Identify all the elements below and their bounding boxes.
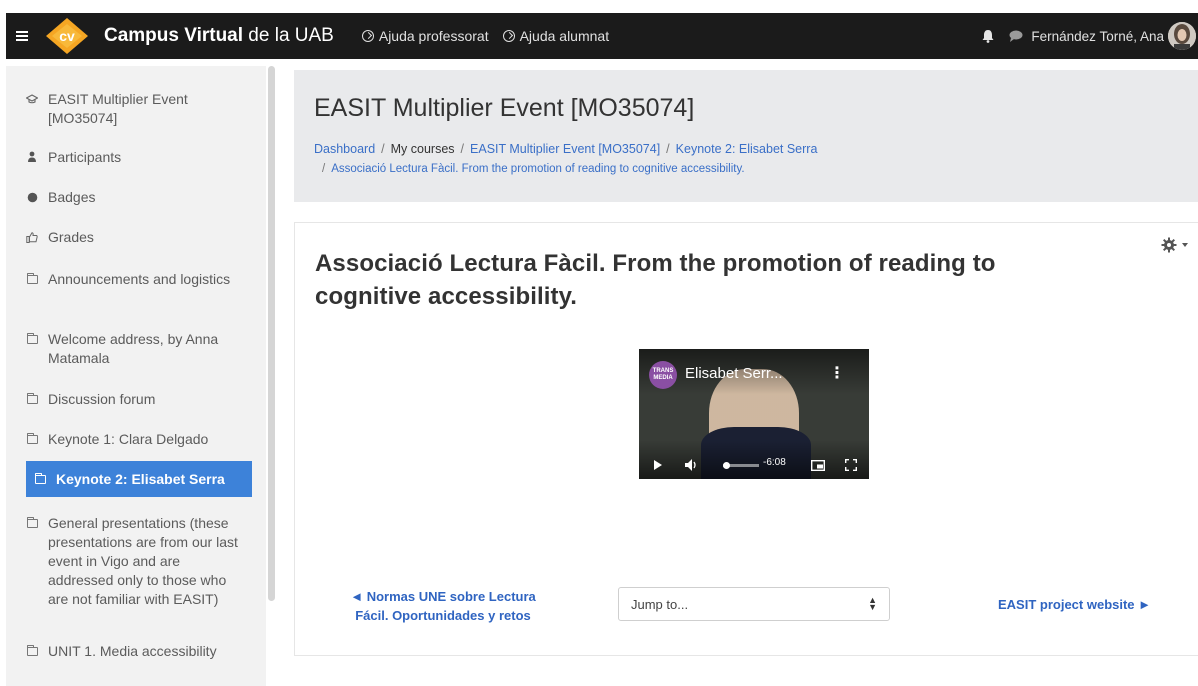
prev-activity-link[interactable]: ◄ Normas UNE sobre Lectura Fácil. Oportu… — [333, 587, 553, 625]
site-brand[interactable]: Campus Virtual de la UAB — [104, 25, 334, 47]
compass-icon — [502, 30, 515, 42]
gear-icon — [1161, 237, 1177, 253]
sidebar-scrollbar[interactable] — [268, 66, 275, 601]
chat-icon[interactable] — [1009, 30, 1023, 42]
more-vert-icon[interactable]: ⋮ — [829, 363, 845, 383]
help-student-link[interactable]: Ajuda alumnat — [502, 28, 610, 44]
sidebar-item-label: Grades — [48, 229, 94, 245]
breadcrumb-section[interactable]: Keynote 2: Elisabet Serra — [676, 142, 818, 156]
breadcrumb-course[interactable]: EASIT Multiplier Event [MO35074] — [470, 142, 660, 156]
breadcrumb-separator: / — [381, 142, 385, 156]
breadcrumb-separator: / — [460, 142, 465, 156]
sidebar-item-label: Keynote 1: Clara Delgado — [48, 431, 209, 447]
sidebar-item-label: Announcements and logistics — [48, 271, 231, 287]
page-content: Associació Lectura Fàcil. From the promo… — [294, 222, 1198, 656]
bell-icon[interactable] — [981, 29, 995, 43]
sidebar-item-announcements[interactable]: Announcements and logistics — [26, 270, 246, 289]
thumbs-up-icon — [26, 231, 38, 243]
brand-rest: de la UAB — [243, 25, 334, 46]
sidebar-item-label: EASIT Multiplier Event [MO35074] — [48, 91, 188, 126]
chevron-down-icon — [1182, 243, 1188, 247]
next-activity-link[interactable]: EASIT project website ► — [998, 597, 1151, 612]
breadcrumb-my-courses: My courses — [390, 142, 455, 156]
breadcrumb-page[interactable]: Associació Lectura Fàcil. From the promo… — [331, 163, 744, 175]
page-header: EASIT Multiplier Event [MO35074] Dashboa… — [294, 70, 1198, 202]
breadcrumb-dashboard[interactable]: Dashboard — [314, 142, 375, 156]
course-sidebar: EASIT Multiplier Event [MO35074] Partici… — [6, 66, 266, 686]
sidebar-item-label: Participants — [48, 149, 122, 165]
sidebar-item-participants[interactable]: Participants — [26, 148, 246, 167]
folder-icon — [26, 392, 38, 405]
play-icon[interactable] — [653, 460, 663, 470]
progress-handle[interactable] — [723, 462, 730, 469]
folder-icon — [26, 332, 38, 345]
breadcrumb-separator: / — [322, 163, 326, 175]
folder-icon — [26, 644, 38, 657]
sidebar-item-label: UNIT 1. Media accessibility — [48, 643, 217, 659]
navbar-user-area: Fernández Torné, Ana — [981, 13, 1198, 59]
folder-icon — [26, 516, 38, 529]
sidebar-item-general-presentations[interactable]: General presentations (these presentatio… — [26, 514, 246, 609]
top-navbar: cv Campus Virtual de la UAB Ajuda profes… — [0, 0, 1198, 66]
page-actions-menu[interactable] — [1161, 237, 1189, 253]
jump-to-select[interactable]: Jump to... ▲ ▼ — [618, 587, 890, 621]
select-arrows-icon: ▲ ▼ — [868, 595, 877, 612]
fullscreen-icon[interactable] — [845, 459, 857, 471]
graduation-cap-icon — [26, 93, 38, 105]
sidebar-item-label: General presentations (these presentatio… — [48, 515, 238, 607]
breadcrumb-line-2: / Associació Lectura Fàcil. From the prom… — [322, 163, 745, 175]
sidebar-item-label: Discussion forum — [48, 391, 156, 407]
help-student-label: Ajuda alumnat — [519, 28, 610, 44]
sidebar-item-course-home[interactable]: EASIT Multiplier Event [MO35074] — [26, 90, 246, 128]
video-progress-bar[interactable] — [723, 462, 759, 469]
users-icon — [26, 151, 38, 163]
sidebar-item-label: Welcome address, by Anna Matamala — [48, 331, 219, 366]
brand-bold: Campus Virtual — [104, 25, 244, 46]
badge-icon — [26, 191, 38, 203]
menu-toggle-button[interactable] — [6, 13, 38, 59]
jump-to-value: Jump to... — [631, 596, 689, 612]
navbar-bar: cv Campus Virtual de la UAB Ajuda profes… — [6, 13, 1198, 59]
hamburger-icon — [16, 31, 28, 41]
svg-text:cv: cv — [59, 28, 75, 44]
breadcrumb-separator: / — [666, 142, 670, 156]
compass-icon — [361, 30, 374, 42]
sidebar-item-forum[interactable]: Discussion forum — [26, 390, 246, 409]
user-photo-icon — [1168, 22, 1196, 50]
user-name[interactable]: Fernández Torné, Ana — [1031, 29, 1164, 44]
campus-logo[interactable]: cv — [42, 13, 92, 59]
video-time: -6:08 — [763, 457, 786, 468]
sidebar-item-unit-1[interactable]: UNIT 1. Media accessibility — [26, 642, 246, 661]
folder-icon — [26, 272, 38, 285]
volume-icon[interactable] — [685, 459, 699, 471]
folder-icon — [26, 432, 38, 445]
sidebar-item-label: Badges — [48, 189, 96, 205]
help-teacher-link[interactable]: Ajuda professorat — [361, 28, 489, 44]
page-title: Associació Lectura Fàcil. From the promo… — [315, 250, 996, 310]
channel-avatar[interactable]: TRANS MEDIA — [649, 361, 677, 389]
help-teacher-label: Ajuda professorat — [378, 28, 489, 44]
sidebar-item-grades[interactable]: Grades — [26, 228, 246, 247]
sidebar-item-keynote-2[interactable]: Keynote 2: Elisabet Serra — [26, 461, 252, 497]
sidebar-item-badges[interactable]: Badges — [26, 188, 246, 207]
breadcrumb: Dashboard / My courses / EASIT Multiplier Ev… — [314, 142, 817, 156]
sidebar-item-welcome[interactable]: Welcome address, by Anna Matamala — [26, 330, 246, 368]
sidebar-item-label: Keynote 2: Elisabet Serra — [56, 470, 225, 487]
campus-logo-icon: cv — [46, 18, 88, 54]
avatar[interactable] — [1168, 22, 1196, 50]
folder-icon — [34, 472, 46, 485]
picture-in-picture-icon[interactable] — [811, 459, 825, 471]
video-title[interactable]: Elisabet Serr... — [685, 365, 783, 382]
course-title: EASIT Multiplier Event [MO35074] — [314, 94, 695, 122]
sidebar-item-keynote-1[interactable]: Keynote 1: Clara Delgado — [26, 430, 246, 449]
video-player[interactable]: TRANS MEDIA Elisabet Serr... ⋮ -6:08 — [639, 349, 869, 479]
